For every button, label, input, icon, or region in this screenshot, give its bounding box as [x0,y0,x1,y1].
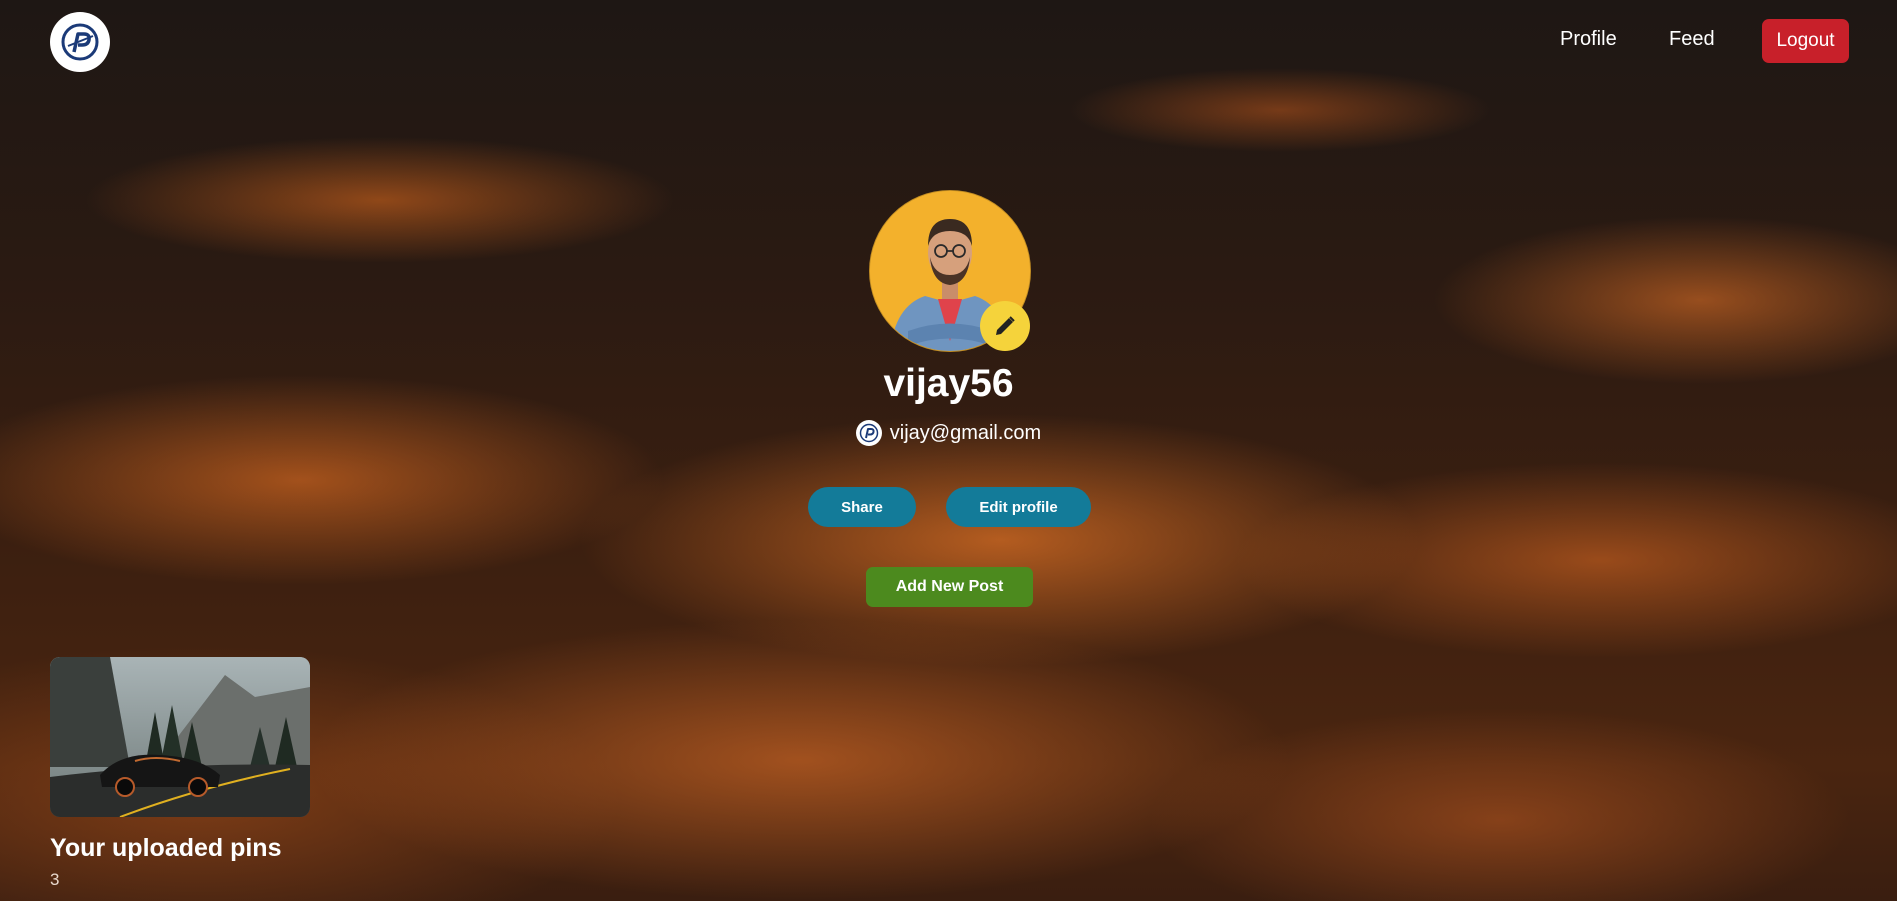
logo[interactable] [50,12,110,72]
profile-page: Profile Feed Logout vijay56 vijay@gmail.… [0,0,1897,901]
uploaded-pin-card[interactable] [50,657,310,817]
add-new-post-button[interactable]: Add New Post [866,567,1033,607]
uploaded-pins-count: 3 [50,870,60,889]
pencil-icon [996,316,1015,335]
top-navbar: Profile Feed Logout [0,0,1897,84]
logout-button[interactable]: Logout [1762,19,1849,63]
profile-email-row: vijay@gmail.com [0,420,1897,446]
edit-profile-button[interactable]: Edit profile [946,487,1091,527]
uploaded-pins-title: Your uploaded pins [50,834,282,862]
edit-avatar-button[interactable] [980,301,1030,351]
sports-car-mountain-road-image [50,657,310,817]
profile-username: vijay56 [883,362,1014,405]
nav-feed-link[interactable]: Feed [1669,28,1715,51]
avatar-container [869,190,1031,352]
profile-email: vijay@gmail.com [889,421,1042,444]
nav-profile-link[interactable]: Profile [1560,28,1617,51]
pinterest-p-logo-icon [855,420,882,446]
share-button[interactable]: Share [808,487,916,527]
pinterest-p-logo-icon [61,23,99,61]
